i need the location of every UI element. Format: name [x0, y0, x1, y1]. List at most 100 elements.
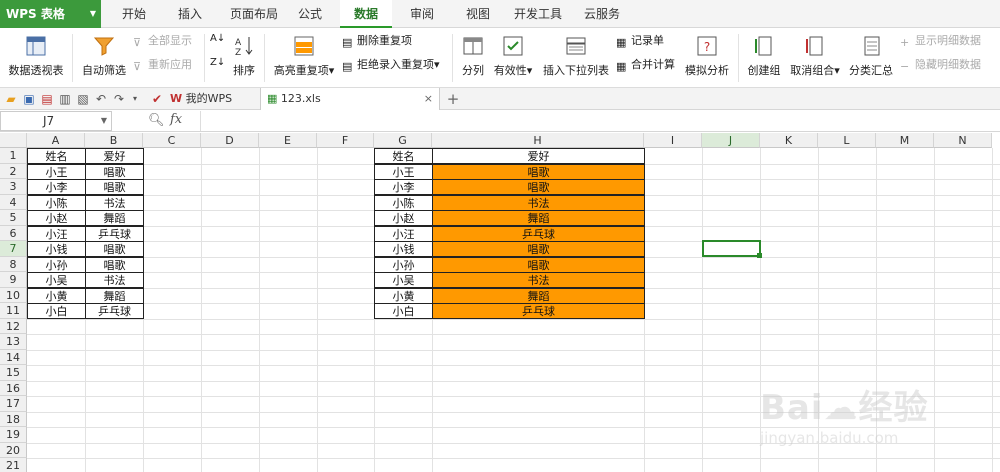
name-cell[interactable]: 小李: [374, 179, 433, 195]
show-all-button[interactable]: ⊽ 全部显示: [133, 32, 192, 50]
row-header-17[interactable]: 17: [0, 396, 27, 412]
hobby-cell[interactable]: 唱歌: [85, 179, 144, 195]
highlighted-hobby-cell[interactable]: 书法: [432, 194, 645, 211]
hobby-cell[interactable]: 乒乓球: [85, 225, 144, 242]
delete-duplicates-button[interactable]: ▤ 删除重复项: [342, 32, 412, 50]
print-icon[interactable]: ▥: [58, 92, 72, 106]
row-header-2[interactable]: 2: [0, 163, 27, 179]
split-column-button[interactable]: 分列: [458, 28, 488, 88]
new-tab-icon[interactable]: +: [446, 92, 460, 107]
formula-input[interactable]: [200, 111, 1000, 131]
tab-developer[interactable]: 开发工具: [510, 0, 566, 28]
header-cell-hobby[interactable]: 爱好: [85, 148, 144, 164]
row-header-8[interactable]: 8: [0, 256, 27, 272]
redo-icon[interactable]: ↷: [112, 92, 126, 106]
hobby-cell[interactable]: 书法: [85, 194, 144, 211]
print-preview-icon[interactable]: ▧: [76, 92, 90, 106]
name-cell[interactable]: 小汪: [374, 225, 433, 242]
column-header-i[interactable]: I: [644, 133, 702, 148]
save-icon[interactable]: ▣: [22, 92, 36, 106]
hobby-cell[interactable]: 唱歌: [85, 241, 144, 257]
name-cell[interactable]: 小钱: [374, 241, 433, 257]
row-header-11[interactable]: 11: [0, 303, 27, 319]
zoom-icon[interactable]: 🔍︎: [148, 113, 165, 128]
name-cell[interactable]: 小陈: [374, 194, 433, 211]
row-header-15[interactable]: 15: [0, 365, 27, 381]
name-cell[interactable]: 小汪: [27, 225, 86, 242]
name-cell[interactable]: 小钱: [27, 241, 86, 257]
column-header-n[interactable]: N: [934, 133, 992, 148]
row-header-12[interactable]: 12: [0, 318, 27, 334]
row-header-9[interactable]: 9: [0, 272, 27, 288]
column-header-f[interactable]: F: [317, 133, 374, 148]
column-header-k[interactable]: K: [760, 133, 818, 148]
column-header-l[interactable]: L: [818, 133, 876, 148]
name-cell[interactable]: 小白: [27, 303, 86, 319]
highlighted-hobby-cell[interactable]: 舞蹈: [432, 210, 645, 226]
hobby-cell[interactable]: 唱歌: [85, 163, 144, 180]
name-cell[interactable]: 小吴: [27, 272, 86, 288]
column-header-j[interactable]: J: [702, 133, 760, 148]
highlight-duplicates-button[interactable]: 高亮重复项▾: [268, 28, 340, 88]
column-header-e[interactable]: E: [259, 133, 317, 148]
column-header-a[interactable]: A: [27, 133, 85, 148]
name-cell[interactable]: 小孙: [374, 256, 433, 273]
spreadsheet-grid[interactable]: ABCDEFGHIJKLMN 1 2 3 4 5 6 7 8 9 10 11 12 13 14 15 16 17…: [0, 133, 1000, 472]
tab-cloud[interactable]: 云服务: [576, 0, 628, 28]
name-cell[interactable]: 小白: [374, 303, 433, 319]
column-header-c[interactable]: C: [143, 133, 201, 148]
tab-view[interactable]: 视图: [458, 0, 498, 28]
tab-formula[interactable]: 公式: [290, 0, 330, 28]
subtotal-button[interactable]: 分类汇总: [846, 28, 896, 88]
column-header-m[interactable]: M: [876, 133, 934, 148]
row-header-13[interactable]: 13: [0, 334, 27, 350]
autofilter-button[interactable]: 自动筛选: [78, 28, 130, 88]
open-icon[interactable]: ▰: [4, 92, 18, 106]
highlighted-hobby-cell[interactable]: 唱歌: [432, 163, 645, 180]
reapply-button[interactable]: ⊽ 重新应用: [133, 56, 192, 74]
consolidate-button[interactable]: ▦ 合并计算: [616, 56, 675, 74]
name-cell[interactable]: 小黄: [27, 287, 86, 304]
tab-review[interactable]: 审阅: [402, 0, 442, 28]
close-icon[interactable]: ×: [424, 88, 433, 110]
fx-icon[interactable]: fx: [170, 112, 182, 127]
highlighted-hobby-cell[interactable]: 乒乓球: [432, 225, 645, 242]
header-cell-hobby[interactable]: 爱好: [432, 148, 645, 164]
column-header-h[interactable]: H: [432, 133, 644, 148]
header-cell-name[interactable]: 姓名: [27, 148, 86, 164]
row-header-19[interactable]: 19: [0, 427, 27, 443]
hobby-cell[interactable]: 舞蹈: [85, 210, 144, 226]
tab-my-wps[interactable]: W 我的WPS: [170, 88, 256, 110]
name-cell[interactable]: 小王: [27, 163, 86, 180]
highlighted-hobby-cell[interactable]: 唱歌: [432, 179, 645, 195]
row-header-4[interactable]: 4: [0, 194, 27, 210]
ungroup-button[interactable]: 取消组合▾: [788, 28, 842, 88]
hobby-cell[interactable]: 乒乓球: [85, 303, 144, 319]
highlighted-hobby-cell[interactable]: 唱歌: [432, 241, 645, 257]
name-cell[interactable]: 小黄: [374, 287, 433, 304]
row-header-18[interactable]: 18: [0, 411, 27, 427]
insert-dropdown-button[interactable]: 插入下拉列表: [540, 28, 612, 88]
sort-button[interactable]: AZ 排序: [228, 28, 260, 88]
select-all-corner[interactable]: [0, 133, 27, 148]
hide-detail-button[interactable]: − 隐藏明细数据: [900, 56, 981, 74]
column-header-g[interactable]: G: [374, 133, 432, 148]
row-header-16[interactable]: 16: [0, 380, 27, 396]
name-cell[interactable]: 小李: [27, 179, 86, 195]
name-cell[interactable]: 小吴: [374, 272, 433, 288]
name-cell[interactable]: 小陈: [27, 194, 86, 211]
column-header-b[interactable]: B: [85, 133, 143, 148]
undo-icon[interactable]: ↶: [94, 92, 108, 106]
tab-start[interactable]: 开始: [112, 0, 156, 28]
row-header-21[interactable]: 21: [0, 458, 27, 472]
record-form-button[interactable]: ▦ 记录单: [616, 32, 664, 50]
simulate-analysis-button[interactable]: ? 模拟分析: [682, 28, 732, 88]
column-header-d[interactable]: D: [201, 133, 259, 148]
highlighted-hobby-cell[interactable]: 书法: [432, 272, 645, 288]
name-cell[interactable]: 小孙: [27, 256, 86, 273]
pivot-table-button[interactable]: 数据透视表: [4, 28, 68, 88]
row-header-7[interactable]: 7: [0, 241, 27, 257]
reject-duplicates-button[interactable]: ▤ 拒绝录入重复项▾: [342, 56, 440, 74]
row-header-1[interactable]: 1: [0, 148, 27, 164]
name-box[interactable]: J7 ▼: [0, 111, 112, 131]
